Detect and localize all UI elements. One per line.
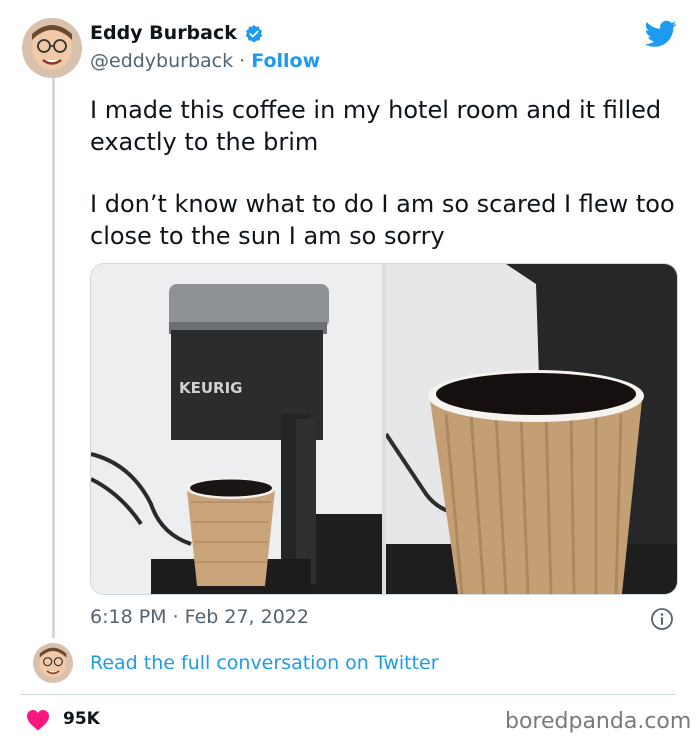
like-count: 95K <box>63 709 100 729</box>
follow-button[interactable]: Follow <box>251 50 320 72</box>
author-name[interactable]: Eddy Burback <box>90 22 237 44</box>
tweet-paragraph: I don’t know what to do I am so scared I… <box>90 190 675 250</box>
keurig-label: KEURIG <box>179 379 243 397</box>
author-handle-line: @eddyburback · Follow <box>90 50 320 72</box>
twitter-bird-icon[interactable] <box>645 20 677 48</box>
photo-keurig-machine[interactable]: KEURIG <box>91 264 382 594</box>
divider <box>20 694 676 695</box>
info-icon[interactable] <box>650 607 674 631</box>
watermark: boredpanda.com <box>505 709 692 734</box>
photo-coffee-cup[interactable] <box>386 264 677 594</box>
tweet-photos: KEURIG <box>90 263 678 595</box>
tweet-paragraph: I made this coffee in my hotel room and … <box>90 96 662 156</box>
reply-avatar[interactable] <box>33 643 73 683</box>
tweet-timestamp[interactable]: 6:18 PM · Feb 27, 2022 <box>90 606 309 628</box>
author-avatar[interactable] <box>22 18 82 78</box>
separator-dot: · <box>233 50 252 72</box>
read-conversation-link[interactable]: Read the full conversation on Twitter <box>90 652 439 674</box>
tweet-text: I made this coffee in my hotel room and … <box>90 94 680 282</box>
heart-icon[interactable] <box>26 709 50 731</box>
thread-line <box>52 78 55 638</box>
tweet-card: Eddy Burback @eddyburback · Follow I mad… <box>0 0 700 747</box>
verified-badge-icon <box>245 24 263 43</box>
author-handle[interactable]: @eddyburback <box>90 50 233 72</box>
